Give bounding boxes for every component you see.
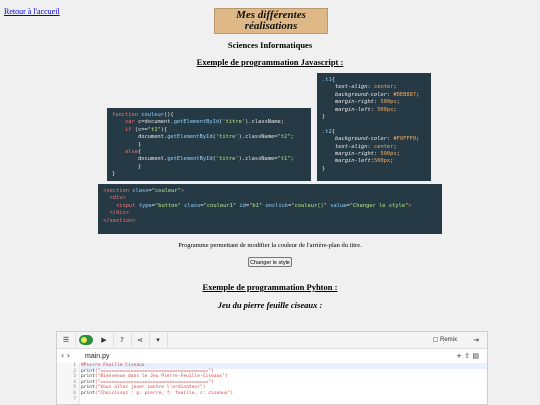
css-code-block: .t1{ text-align: center; background-colo… <box>317 73 431 181</box>
change-style-button[interactable]: Changer le style <box>248 257 292 267</box>
tab-actions: + ⇧ ▤ <box>456 349 479 363</box>
editor-toolbar: ☰ ▶ ? ⋖ ▾ ▢ Remix ⇥ <box>57 332 487 349</box>
js-description: Programme permettant de modifier la coul… <box>178 242 362 249</box>
help-icon[interactable]: ? <box>113 332 132 348</box>
login-icon[interactable]: ⇥ <box>473 332 479 348</box>
remix-button[interactable]: ▢ Remix <box>433 332 457 348</box>
split-view-icon[interactable]: ▤ <box>472 352 479 360</box>
back-home-link[interactable]: Retour à l'accueil <box>4 7 60 16</box>
line-number-gutter: 1234567 <box>57 363 80 404</box>
editor-tabbar: ‹ › main.py + ⇧ ▤ <box>57 349 487 364</box>
game-title: Jeu du pierre feuille ciseaux : <box>217 300 323 310</box>
run-toggle-icon[interactable] <box>79 335 93 345</box>
remix-icon: ▢ <box>432 337 440 343</box>
upload-icon[interactable]: ⇧ <box>464 352 470 360</box>
chevron-down-icon[interactable]: ▾ <box>149 332 168 348</box>
menu-icon[interactable]: ☰ <box>57 332 76 348</box>
share-icon[interactable]: ⋖ <box>131 332 150 348</box>
js-code-block: function couleur(){ var c=document.getEl… <box>107 108 311 181</box>
title-line-2: réalisations <box>244 20 298 32</box>
code-area[interactable]: #Pierre Feuille Ciseaux print("==========… <box>81 363 487 404</box>
remix-label: Remix <box>439 337 457 343</box>
page-title: Mes différentes réalisations <box>214 8 328 34</box>
line-number: 7 <box>73 396 76 402</box>
python-section-heading: Exemple de programmation Pyhton : <box>202 282 338 292</box>
code-line: print("Choisissez : p: pierre, f: feuill… <box>81 390 234 396</box>
embedded-code-editor: ☰ ▶ ? ⋖ ▾ ▢ Remix ⇥ ‹ › main.py + ⇧ ▤ 12… <box>56 331 488 405</box>
html-code-block: <section class="couleur"> <div> <input t… <box>98 184 442 234</box>
add-file-icon[interactable]: + <box>456 352 462 360</box>
page-subtitle: Sciences Informatiques <box>227 40 313 50</box>
file-nav-arrows-icon[interactable]: ‹ › <box>61 349 70 363</box>
play-icon[interactable]: ▶ <box>95 332 114 348</box>
js-section-heading: Exemple de programmation Javascript : <box>196 57 344 67</box>
